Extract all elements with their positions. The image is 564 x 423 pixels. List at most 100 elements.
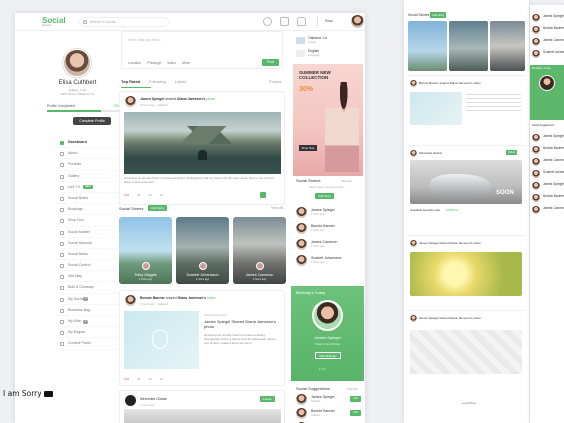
panel2-story-3[interactable] (490, 21, 525, 71)
wish-birthday-button[interactable]: Wish Birthday (315, 352, 341, 359)
suggestions-view-all[interactable]: View All (347, 387, 357, 391)
post-stat[interactable]: 13 (160, 377, 163, 381)
avatar[interactable] (296, 394, 307, 405)
sidebar-item[interactable]: Contest Panel› (57, 338, 127, 350)
post-stat[interactable]: 128 (124, 193, 129, 197)
composer-option[interactable]: Photo/gif (147, 61, 161, 65)
person-name: James Cameron (311, 240, 338, 244)
video-thumbnail[interactable] (124, 311, 199, 369)
post-stat[interactable]: 128 (124, 377, 129, 381)
story-card[interactable]: James Cameron 2 hours ago (233, 217, 286, 284)
panel3-person[interactable]: Bonnie Banner (532, 25, 564, 37)
post-image[interactable] (124, 112, 281, 174)
bell-icon[interactable] (297, 17, 306, 26)
add-friend-button[interactable]: Add (350, 396, 361, 402)
birthday-avatar[interactable] (312, 300, 343, 331)
story-card[interactable]: Scarlett Johansson 2 hours ago (176, 217, 229, 284)
sidebar-item[interactable]: Social Network› (57, 238, 127, 249)
user-icon[interactable] (263, 17, 272, 26)
photos-filter[interactable]: Photos (269, 79, 281, 84)
panel2-load-more[interactable]: Load More (462, 401, 476, 405)
chat-icon[interactable] (280, 17, 289, 26)
sidebar-item[interactable]: My Engine› (57, 327, 127, 339)
tab-top-rated[interactable]: Top Rated (121, 79, 140, 84)
post-stat[interactable]: 13 (160, 193, 163, 197)
tab-latest[interactable]: Latest (175, 79, 186, 84)
panel3-person[interactable]: James Cameron (532, 205, 564, 217)
sidebar-item[interactable]: Live TVNEW› (57, 182, 127, 193)
panel2-story-2[interactable] (449, 21, 488, 71)
ad-banner[interactable]: SUMMER NEW COLLECTION 30% Shop Now (293, 64, 363, 176)
person-name[interactable]: Bonnie Banner (311, 409, 335, 413)
panel3-person[interactable]: James Spiegel (532, 181, 564, 193)
sidebar-item[interactable]: About› (57, 148, 127, 160)
avatar[interactable] (351, 15, 364, 28)
panel3-person[interactable]: James Spiegel (532, 13, 564, 25)
right-stories-view-all[interactable]: View All (341, 179, 351, 183)
sidebar-item[interactable]: Gallery› (57, 171, 127, 182)
add-story-button[interactable]: Add Story (148, 205, 168, 211)
panel3-person[interactable]: Scarlett Johansson (532, 49, 564, 61)
carousel-dots[interactable]: • • • (319, 366, 325, 371)
story-person[interactable]: Scarlett Johansson 2 hours ago (296, 255, 361, 268)
sidebar-item[interactable]: Social Notes› (57, 193, 127, 205)
sidebar-item[interactable]: Shop Nox› (57, 215, 127, 227)
panel2-follow[interactable]: Follow (506, 150, 518, 155)
avatar[interactable] (125, 395, 136, 406)
sidebar-item[interactable]: Social Control› (57, 260, 127, 272)
avatar[interactable] (296, 408, 307, 419)
add-friend-button[interactable]: Add (350, 410, 361, 416)
app-logo[interactable]: Social Network (42, 16, 66, 27)
person-name[interactable]: James Spiegel (311, 395, 335, 399)
profile-avatar[interactable] (63, 49, 91, 77)
story-person[interactable]: Bonnie Banner 2 hours ago (296, 223, 361, 236)
avatar[interactable] (125, 295, 136, 306)
composer-option[interactable]: Video (167, 61, 176, 65)
shop-now-button[interactable]: Shop Now (299, 145, 317, 151)
panel2-story-1[interactable] (408, 21, 447, 71)
panel3-person[interactable]: Bonnie Banner (532, 145, 564, 157)
post-image[interactable] (124, 409, 281, 423)
sidebar-item[interactable]: Built & Glossary › (57, 282, 127, 294)
search-input[interactable]: Search in Social (79, 17, 169, 27)
sidebar-item[interactable]: Business Bag› (57, 305, 127, 316)
panel3-person[interactable]: Scarlett Johansson (532, 169, 564, 181)
stories-view-all[interactable]: View All (271, 206, 283, 210)
right-add-story-button[interactable]: Add Story (315, 193, 335, 199)
sidebar-item[interactable]: Dashboard› (57, 137, 127, 149)
panel3-person[interactable]: Bonnie Banner (532, 193, 564, 205)
follow-button[interactable]: Follow (260, 396, 275, 402)
complete-profile-button[interactable]: Complete Profile (73, 117, 111, 125)
post-stat[interactable]: 24 (137, 193, 140, 197)
avatar[interactable] (125, 96, 136, 107)
composer-option[interactable]: More (182, 61, 190, 65)
panel2-add-story[interactable]: Add Story (430, 12, 447, 18)
sidebar-item[interactable]: My Kids2› (57, 316, 127, 328)
post-stat[interactable]: 16 (148, 377, 151, 381)
sidebar-item[interactable]: Bookings › (57, 204, 127, 216)
post-author[interactable]: Mercedes Global (140, 397, 166, 401)
composer-option[interactable]: Location (128, 61, 141, 65)
sidebar-item[interactable]: Portfolio› (57, 159, 127, 171)
sidebar-item[interactable]: My Social3› (57, 294, 127, 305)
post-stat[interactable]: 16 (148, 193, 151, 197)
user-name[interactable]: Elisa (325, 19, 333, 23)
play-icon[interactable] (152, 329, 168, 349)
story-person[interactable]: James Cameron 2 hours ago (296, 239, 361, 252)
link-title[interactable]: James Spiegel Shared Diana Jameson's pho… (204, 319, 280, 329)
story-card[interactable]: Totey Magpie 2 hours ago (119, 217, 172, 284)
sidebar-item[interactable]: Social Market› (57, 227, 127, 238)
share-icon[interactable] (260, 192, 266, 198)
sidebar-item[interactable]: Social News› (57, 249, 127, 261)
language-value[interactable]: English (308, 49, 319, 53)
panel3-person[interactable]: James Cameron (532, 157, 564, 169)
sidebar-item[interactable]: Site Map› (57, 271, 127, 283)
panel3-person[interactable]: James Cameron (532, 37, 564, 49)
composer-input[interactable]: Write what you think... (128, 38, 162, 42)
tertiary-side-panel: James Spiegel Bonnie Banner James Cameron S… (530, 5, 564, 423)
post-button[interactable]: Post (262, 59, 279, 66)
panel3-person[interactable]: James Spiegel (532, 133, 564, 145)
tab-following[interactable]: Following (149, 79, 166, 84)
story-person[interactable]: James Spiegel 2 hours ago (296, 207, 361, 220)
post-stat[interactable]: 24 (137, 377, 140, 381)
